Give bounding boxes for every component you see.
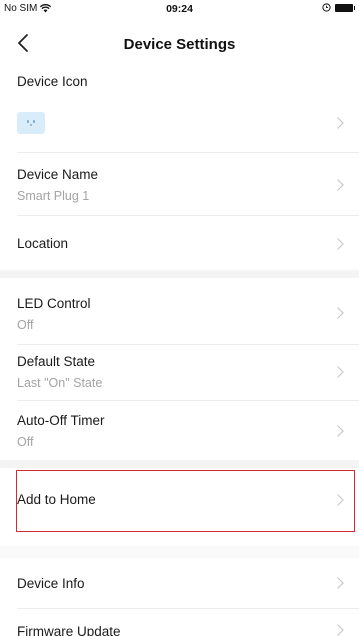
status-right bbox=[322, 3, 355, 12]
section-gap bbox=[0, 270, 359, 278]
device-name-value: Smart Plug 1 bbox=[17, 189, 90, 203]
led-control-value: Off bbox=[17, 318, 34, 332]
auto-off-timer-value: Off bbox=[17, 435, 34, 449]
auto-off-timer-label: Auto-Off Timer bbox=[17, 413, 105, 428]
device-icon-label: Device Icon bbox=[17, 74, 88, 89]
section-gap bbox=[0, 460, 359, 468]
device-info-row[interactable]: Device Info bbox=[0, 558, 359, 608]
default-state-row[interactable]: Default State Last "On" State bbox=[0, 345, 359, 400]
led-control-label: LED Control bbox=[17, 296, 91, 311]
highlight-box bbox=[16, 470, 355, 532]
device-info-label: Device Info bbox=[17, 576, 85, 591]
location-row[interactable]: Location bbox=[0, 216, 359, 270]
chevron-right-icon bbox=[337, 366, 344, 378]
device-name-row[interactable]: Device Name Smart Plug 1 bbox=[0, 153, 359, 215]
firmware-update-label: Firmware Update bbox=[17, 624, 121, 636]
chevron-right-icon bbox=[337, 117, 344, 129]
section-gap bbox=[0, 546, 359, 558]
status-time: 09:24 bbox=[166, 3, 193, 15]
default-state-label: Default State bbox=[17, 354, 96, 369]
firmware-update-row[interactable]: Firmware Update bbox=[0, 609, 359, 636]
chevron-right-icon bbox=[337, 577, 344, 589]
page-title: Device Settings bbox=[123, 36, 236, 53]
default-state-value: Last "On" State bbox=[17, 376, 103, 390]
chevron-right-icon bbox=[337, 238, 344, 250]
device-name-label: Device Name bbox=[17, 167, 99, 182]
chevron-right-icon bbox=[337, 179, 344, 191]
location-label: Location bbox=[17, 236, 69, 251]
alarm-icon bbox=[322, 3, 331, 12]
chevron-right-icon bbox=[337, 624, 344, 636]
chevron-right-icon bbox=[337, 425, 344, 437]
battery-icon bbox=[335, 3, 355, 12]
device-icon-row[interactable]: Device Icon bbox=[0, 66, 359, 152]
auto-off-timer-row[interactable]: Auto-Off Timer Off bbox=[0, 401, 359, 460]
led-control-row[interactable]: LED Control Off bbox=[0, 278, 359, 344]
status-bar: No SIM 09:24 bbox=[0, 0, 359, 18]
nav-bar: Device Settings bbox=[0, 22, 359, 66]
chevron-right-icon bbox=[337, 307, 344, 319]
smart-plug-icon bbox=[17, 112, 45, 134]
